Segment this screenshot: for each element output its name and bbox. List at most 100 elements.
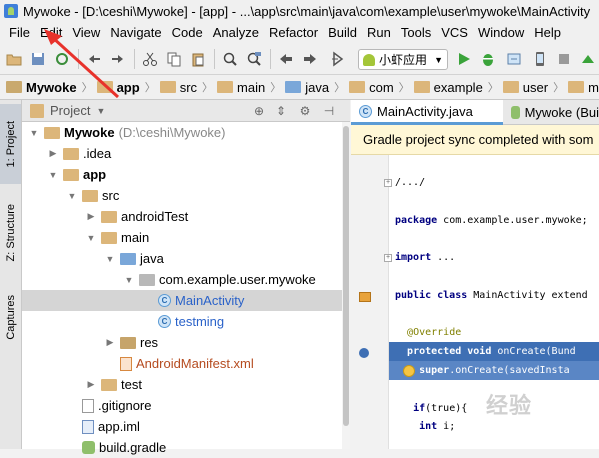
collapsed-arrow-icon[interactable]: ▶ bbox=[85, 379, 97, 390]
breadcrumb-item[interactable]: user 〉 bbox=[502, 79, 564, 95]
tree-item[interactable]: ▼ src bbox=[22, 185, 342, 206]
cut-icon[interactable] bbox=[142, 51, 158, 67]
folder-icon bbox=[101, 210, 117, 223]
code-line[interactable]: if(true){ bbox=[395, 403, 467, 414]
forward-icon[interactable] bbox=[302, 51, 318, 67]
expanded-arrow-icon[interactable]: ▼ bbox=[104, 254, 116, 264]
menu-navigate[interactable]: Navigate bbox=[105, 23, 166, 43]
code-line[interactable]: package com.example.user.mywoke; bbox=[395, 215, 588, 226]
breadcrumb-item[interactable]: com 〉 bbox=[349, 79, 410, 95]
sdk-manager-icon[interactable] bbox=[580, 51, 596, 67]
debug-icon[interactable] bbox=[480, 51, 496, 67]
hide-panel-icon[interactable]: ⊣ bbox=[322, 104, 336, 118]
breadcrumb-item[interactable]: main 〉 bbox=[217, 79, 281, 95]
code-line[interactable]: @Override bbox=[395, 327, 461, 338]
project-panel-title[interactable]: Project bbox=[50, 103, 90, 118]
tab-mainactivity-java[interactable]: C MainActivity.java bbox=[351, 100, 503, 125]
menu-window[interactable]: Window bbox=[473, 23, 529, 43]
android-activity-gutter-icon[interactable] bbox=[359, 291, 371, 302]
tree-item[interactable]: AndroidManifest.xml bbox=[22, 353, 342, 374]
folder-icon bbox=[217, 81, 234, 93]
lightbulb-icon[interactable] bbox=[403, 365, 415, 377]
collapse-all-icon[interactable]: ⇕ bbox=[274, 104, 288, 118]
tree-item[interactable]: ▶ test bbox=[22, 374, 342, 395]
menu-run[interactable]: Run bbox=[362, 23, 396, 43]
tree-item[interactable]: ▶ res bbox=[22, 332, 342, 353]
run-icon[interactable] bbox=[456, 51, 472, 67]
code-line[interactable]: int i; bbox=[395, 421, 455, 432]
expanded-arrow-icon[interactable]: ▼ bbox=[85, 233, 97, 243]
menu-view[interactable]: View bbox=[67, 23, 105, 43]
chevron-down-icon[interactable]: ▼ bbox=[96, 106, 105, 116]
code-line[interactable]: super.onCreate(savedInsta bbox=[395, 365, 570, 376]
tool-window-captures-tab[interactable]: Captures bbox=[0, 286, 21, 348]
paste-icon[interactable] bbox=[190, 51, 206, 67]
editor-gutter[interactable]: + + bbox=[351, 155, 392, 449]
scrollbar-thumb[interactable] bbox=[343, 126, 349, 426]
menu-analyze[interactable]: Analyze bbox=[208, 23, 264, 43]
menu-code[interactable]: Code bbox=[167, 23, 208, 43]
tree-item[interactable]: ▼ main bbox=[22, 227, 342, 248]
menu-help[interactable]: Help bbox=[529, 23, 566, 43]
code-keyword: super bbox=[419, 365, 450, 376]
tree-item[interactable]: app.iml bbox=[22, 416, 342, 437]
tree-item[interactable]: build.gradle bbox=[22, 437, 342, 458]
override-method-gutter-icon[interactable] bbox=[359, 348, 369, 359]
tree-item-label: AndroidManifest.xml bbox=[136, 356, 254, 371]
tree-item[interactable]: ▶ .idea bbox=[22, 143, 342, 164]
expanded-arrow-icon[interactable]: ▼ bbox=[66, 191, 78, 201]
tree-item[interactable]: ▼ Mywoke (D:\ceshi\Mywoke) bbox=[22, 122, 342, 143]
menu-file[interactable]: File bbox=[4, 23, 35, 43]
breadcrumb-item[interactable]: Mywoke 〉 bbox=[6, 79, 93, 95]
tree-item[interactable]: ▼ java bbox=[22, 248, 342, 269]
attach-debugger-icon[interactable] bbox=[506, 51, 522, 67]
tree-item[interactable]: .gitignore bbox=[22, 395, 342, 416]
expanded-arrow-icon[interactable]: ▼ bbox=[47, 170, 59, 180]
tree-item[interactable]: Ctestming bbox=[22, 311, 342, 332]
tab-mywoke-build[interactable]: Mywoke (Bui bbox=[503, 100, 599, 125]
device-icon[interactable] bbox=[532, 51, 548, 67]
sync-icon[interactable] bbox=[54, 51, 70, 67]
code-line[interactable]: import ... bbox=[395, 252, 455, 263]
breadcrumb-item[interactable]: src 〉 bbox=[159, 79, 213, 95]
expanded-arrow-icon[interactable]: ▼ bbox=[123, 275, 135, 285]
menu-edit[interactable]: Edit bbox=[35, 23, 67, 43]
code-line[interactable]: public class MainActivity extend bbox=[395, 290, 588, 301]
code-editor[interactable]: /.../ package com.example.user.mywoke; imp… bbox=[389, 155, 599, 449]
menu-refactor[interactable]: Refactor bbox=[264, 23, 323, 43]
run-configuration-select[interactable]: 小虾应用 ▼ bbox=[358, 49, 448, 70]
tree-item[interactable]: C MainActivity bbox=[22, 290, 342, 311]
breadcrumb-item[interactable]: mywoke bbox=[568, 80, 599, 95]
expanded-arrow-icon[interactable]: ▼ bbox=[28, 128, 40, 138]
tree-item[interactable]: ▼ app bbox=[22, 164, 342, 185]
breadcrumb-item[interactable]: java 〉 bbox=[285, 79, 345, 95]
tool-window-captures-label: Captures bbox=[4, 294, 17, 340]
menu-build[interactable]: Build bbox=[323, 23, 362, 43]
tool-window-structure-tab[interactable]: Z: Structure bbox=[0, 192, 21, 274]
breadcrumb-item[interactable]: example 〉 bbox=[413, 79, 499, 95]
open-folder-icon[interactable] bbox=[6, 51, 22, 67]
back-icon[interactable] bbox=[278, 51, 294, 67]
scroll-from-source-icon[interactable]: ⊕ bbox=[252, 104, 266, 118]
copy-icon[interactable] bbox=[166, 51, 182, 67]
tree-item[interactable]: ▶ androidTest bbox=[22, 206, 342, 227]
code-line[interactable]: protected void onCreate(Bund bbox=[395, 346, 576, 357]
tool-window-project-tab[interactable]: 1: Project bbox=[0, 104, 21, 184]
breadcrumb-item[interactable]: app 〉 bbox=[96, 79, 156, 95]
menu-tools[interactable]: Tools bbox=[396, 23, 436, 43]
save-icon[interactable] bbox=[30, 51, 46, 67]
find-icon[interactable] bbox=[222, 51, 238, 67]
make-project-icon[interactable] bbox=[330, 51, 346, 67]
undo-icon[interactable] bbox=[86, 51, 102, 67]
collapsed-arrow-icon[interactable]: ▶ bbox=[104, 337, 116, 348]
collapsed-arrow-icon[interactable]: ▶ bbox=[85, 211, 97, 222]
redo-icon[interactable] bbox=[110, 51, 126, 67]
tree-item[interactable]: ▼ com.example.user.mywoke bbox=[22, 269, 342, 290]
project-scrollbar[interactable] bbox=[342, 122, 350, 449]
gear-icon[interactable]: ⚙ bbox=[298, 104, 312, 118]
replace-icon[interactable] bbox=[246, 51, 262, 67]
collapsed-arrow-icon[interactable]: ▶ bbox=[47, 148, 59, 159]
code-line[interactable]: /.../ bbox=[395, 177, 425, 188]
stop-icon[interactable] bbox=[556, 51, 572, 67]
menu-vcs[interactable]: VCS bbox=[436, 23, 473, 43]
